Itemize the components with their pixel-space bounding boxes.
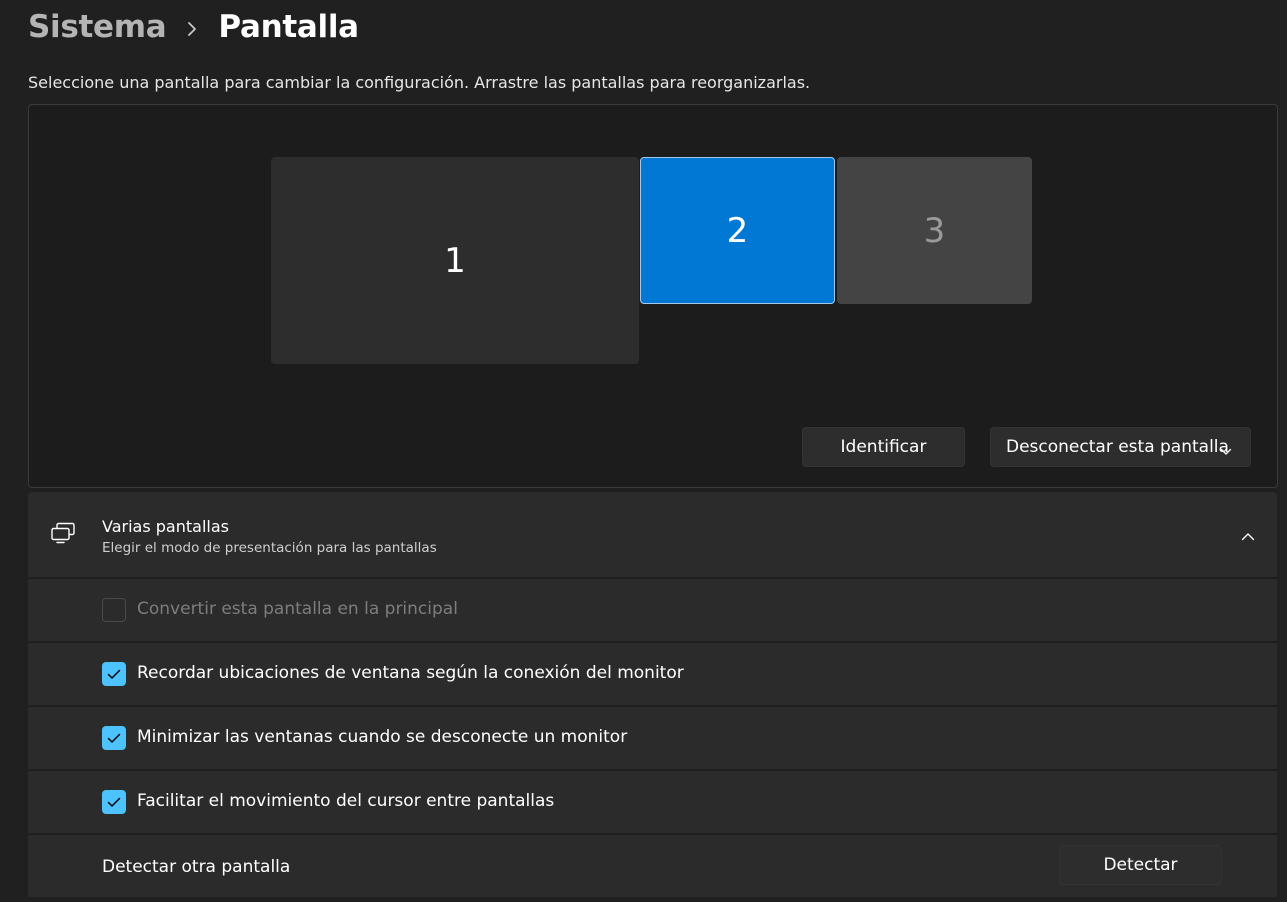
checkmark-icon [107, 733, 121, 743]
detect-button[interactable]: Detectar [1059, 845, 1222, 885]
identify-button[interactable]: Identificar [802, 427, 965, 467]
arrangement-instruction: Seleccione una pantalla para cambiar la … [28, 73, 811, 92]
option-row-minimize-windows: Minimizar las ventanas cuando se descone… [28, 706, 1277, 769]
monitor-3[interactable]: 3 [837, 157, 1032, 304]
section-title: Varias pantallas [102, 517, 229, 536]
monitor-3-label: 3 [923, 210, 946, 251]
monitor-1[interactable]: 1 [271, 157, 639, 364]
section-subtitle: Elegir el modo de presentación para las … [102, 540, 437, 556]
display-arrangement-panel: 1 2 3 Identificar Desconectar esta panta… [28, 104, 1278, 488]
option-row-make-main-display: Convertir esta pantalla en la principal [28, 578, 1277, 641]
checkmark-icon [107, 797, 121, 807]
detect-button-label: Detectar [1103, 855, 1178, 875]
ease-cursor-movement-checkbox[interactable] [102, 790, 126, 814]
option-row-ease-cursor-movement: Facilitar el movimiento del cursor entre… [28, 770, 1277, 833]
remember-window-locations-label: Recordar ubicaciones de ventana según la… [137, 663, 684, 683]
multiple-displays-section: Varias pantallas Elegir el modo de prese… [28, 492, 1277, 902]
monitor-1-label: 1 [444, 240, 466, 281]
page-title: Pantalla [218, 9, 359, 45]
minimize-windows-checkbox[interactable] [102, 726, 126, 750]
ease-cursor-movement-label: Facilitar el movimiento del cursor entre… [137, 791, 555, 811]
disconnect-dropdown-label: Desconectar esta pantalla [1006, 437, 1229, 457]
breadcrumb-sistema-link[interactable]: Sistema [28, 9, 167, 45]
display-settings-page: Sistema Pantalla Seleccione una pantalla… [0, 0, 1287, 902]
detect-display-label: Detectar otra pantalla [102, 857, 291, 877]
remember-window-locations-checkbox[interactable] [102, 662, 126, 686]
breadcrumb: Sistema Pantalla [28, 5, 359, 49]
minimize-windows-label: Minimizar las ventanas cuando se descone… [137, 727, 628, 747]
checkmark-icon [107, 669, 121, 679]
multiple-displays-icon [50, 522, 78, 548]
make-main-display-label: Convertir esta pantalla en la principal [137, 599, 458, 619]
multiple-displays-header[interactable]: Varias pantallas Elegir el modo de prese… [28, 492, 1277, 577]
disconnect-display-dropdown[interactable]: Desconectar esta pantalla [990, 427, 1251, 467]
chevron-up-icon[interactable] [1241, 526, 1255, 545]
option-row-remember-window-locations: Recordar ubicaciones de ventana según la… [28, 642, 1277, 705]
option-row-detect-display: Detectar otra pantalla Detectar [28, 834, 1277, 897]
monitor-2[interactable]: 2 [640, 157, 835, 304]
chevron-down-icon [1220, 441, 1232, 461]
monitor-2-label: 2 [726, 210, 749, 251]
make-main-display-checkbox [102, 598, 126, 622]
chevron-right-icon [166, 9, 218, 45]
identify-button-label: Identificar [840, 437, 927, 457]
